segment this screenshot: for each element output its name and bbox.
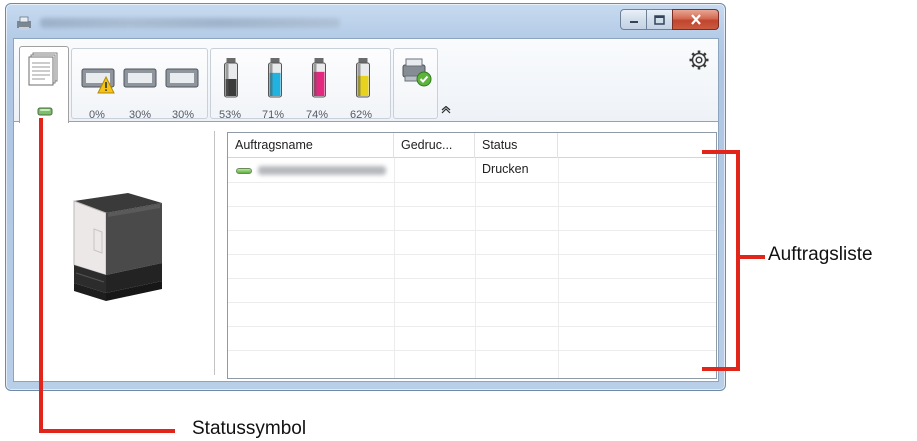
printer-app-icon	[17, 16, 31, 30]
window-title	[40, 18, 340, 28]
client-area: 0% 30% 30% 53% 71% 74% 62% Auftragsname …	[13, 38, 719, 382]
paper-tray-icon[interactable]	[122, 63, 160, 93]
maximize-button[interactable]	[646, 9, 673, 30]
close-icon	[690, 14, 701, 25]
toner-level-yellow: 62%	[349, 109, 373, 121]
paper-levels-group: 0% 30% 30%	[71, 48, 208, 121]
job-list[interactable]: Auftragsname Gedruc... Status Drucken	[227, 132, 717, 379]
job-list-header: Auftragsname Gedruc... Status	[228, 133, 716, 158]
minimize-button[interactable]	[620, 9, 647, 30]
paper-level-1: 0%	[89, 109, 105, 121]
job-status: Drucken	[482, 162, 529, 176]
toner-black-icon[interactable]	[224, 58, 238, 98]
job-status-icon	[236, 168, 252, 174]
column-divider	[394, 158, 395, 378]
paper-level-3: 30%	[171, 109, 195, 121]
callout-label-joblist: Auftragsliste	[768, 244, 873, 265]
title-bar[interactable]	[6, 4, 725, 40]
status-monitor-window: 0% 30% 30% 53% 71% 74% 62% Auftragsname …	[5, 3, 726, 391]
paper-tray-icon[interactable]	[164, 63, 202, 93]
toolbar: 0% 30% 30% 53% 71% 74% 62%	[14, 39, 718, 123]
caption-buttons	[620, 9, 719, 30]
callout-bracket-top	[702, 150, 740, 154]
toner-level-magenta: 74%	[305, 109, 329, 121]
minimize-icon	[629, 20, 638, 23]
toner-gauges	[224, 58, 370, 98]
tab-job-list[interactable]	[19, 46, 69, 123]
toner-levels-group: 53% 71% 74% 62%	[210, 48, 391, 121]
paper-level-2: 30%	[128, 109, 152, 121]
column-header-printed[interactable]: Gedruc...	[394, 133, 475, 158]
callout-bracket-vertical	[736, 150, 740, 371]
callout-line-joblist	[740, 255, 765, 259]
toner-yellow-icon[interactable]	[356, 58, 370, 98]
toner-level-cyan: 71%	[261, 109, 285, 121]
job-list-icon	[28, 52, 58, 86]
column-divider	[558, 158, 559, 378]
callout-line-status-horizontal	[39, 429, 175, 433]
printer-image	[73, 193, 162, 301]
toner-magenta-icon[interactable]	[312, 58, 326, 98]
gear-icon[interactable]	[688, 49, 710, 71]
column-header-status[interactable]: Status	[475, 133, 558, 158]
column-header-job-name[interactable]: Auftragsname	[228, 133, 394, 158]
toner-cyan-icon[interactable]	[268, 58, 282, 98]
job-name	[258, 166, 386, 175]
device-ok-icon	[402, 58, 432, 87]
maximize-icon	[654, 14, 665, 25]
callout-bracket-bottom	[702, 367, 740, 371]
column-divider	[475, 158, 476, 378]
paper-tray-warning-icon[interactable]	[80, 63, 120, 95]
callout-line-status-vertical	[39, 118, 43, 433]
toner-level-black: 53%	[218, 109, 242, 121]
callout-label-status: Statussymbol	[192, 418, 307, 439]
close-button[interactable]	[672, 9, 719, 30]
collapse-icon[interactable]	[441, 105, 451, 117]
panel-divider[interactable]	[214, 131, 215, 375]
device-status-group[interactable]	[393, 48, 438, 119]
status-led-icon	[37, 107, 53, 116]
